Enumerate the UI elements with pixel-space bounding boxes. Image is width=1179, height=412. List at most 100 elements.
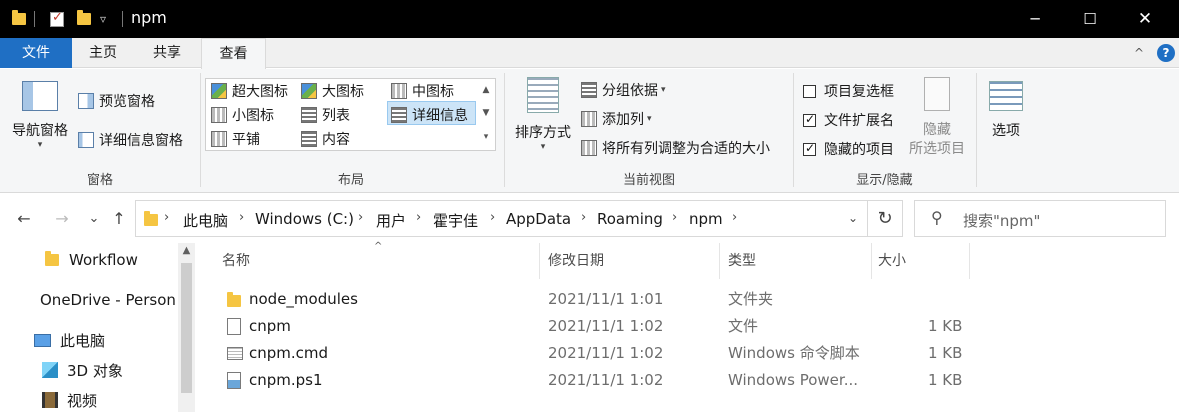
layout-medium-icons[interactable]: 中图标: [391, 81, 454, 101]
tab-share[interactable]: 共享: [134, 38, 200, 68]
layout-content[interactable]: 内容: [301, 129, 350, 149]
help-button[interactable]: ?: [1157, 44, 1175, 62]
breadcrumb-separator[interactable]: ›: [490, 210, 495, 225]
size-all-columns-button[interactable]: 将所有列调整为合适的大小: [581, 138, 770, 158]
sort-by-button[interactable]: 排序方式 ▾: [508, 77, 578, 152]
file-row[interactable]: node_modules 2021/11/1 1:01 文件夹: [210, 286, 970, 313]
column-header-name[interactable]: 名称: [210, 243, 540, 279]
content-icon: [301, 131, 317, 147]
options-button[interactable]: 选项: [982, 81, 1030, 140]
details-icon: [391, 107, 407, 123]
folder-icon: [227, 292, 241, 307]
layout-list[interactable]: 列表: [301, 105, 350, 125]
nav-item-label: Workflow: [69, 251, 138, 269]
scroll-up-arrow-icon[interactable]: ▲: [178, 245, 195, 256]
gallery-more-arrow[interactable]: ▾: [479, 126, 493, 149]
search-placeholder: 搜索"npm": [963, 212, 1041, 230]
file-row[interactable]: cnpm 2021/11/1 1:02 文件 1 KB: [210, 313, 970, 340]
file-list-header: 名称 修改日期 类型 大小: [210, 243, 970, 279]
breadcrumb-users[interactable]: 用户: [376, 210, 406, 231]
recent-locations-button[interactable]: ⌄: [84, 202, 104, 234]
search-icon: ⚲: [931, 208, 943, 227]
nav-item-workflow[interactable]: Workflow: [0, 246, 175, 274]
layout-small-icons[interactable]: 小图标: [211, 105, 274, 125]
options-label: 选项: [992, 123, 1020, 139]
up-button[interactable]: ↑: [107, 202, 131, 234]
breadcrumb-separator[interactable]: ›: [416, 210, 421, 225]
breadcrumb-separator[interactable]: ›: [239, 210, 244, 225]
address-bar[interactable]: › 此电脑 › Windows (C:) › 用户 › 霍宇佳 › AppDat…: [135, 200, 868, 237]
search-box[interactable]: ⚲ 搜索"npm": [914, 200, 1166, 237]
add-columns-button[interactable]: 添加列 ▾: [581, 109, 652, 129]
ribbon: 导航窗格 ▾ 预览窗格 详细信息窗格 窗格 布局 排序方式 ▾ 分组依据 ▾ 添加…: [0, 69, 1179, 193]
layout-extra-large-icons[interactable]: 超大图标: [211, 81, 288, 101]
nav-item-this-pc[interactable]: 此电脑: [0, 326, 175, 354]
quick-access-dropdown[interactable]: ▿: [100, 0, 106, 38]
breadcrumb-npm[interactable]: npm: [689, 210, 723, 228]
details-pane-button[interactable]: 详细信息窗格: [78, 130, 183, 150]
file-date: 2021/11/1 1:02: [548, 317, 664, 335]
breadcrumb-separator[interactable]: ›: [672, 210, 677, 225]
column-header-date[interactable]: 修改日期: [536, 243, 720, 279]
tab-file[interactable]: 文件: [0, 38, 72, 68]
file-extensions-checkbox[interactable]: [803, 112, 816, 127]
breadcrumb-windows-c[interactable]: Windows (C:): [255, 210, 354, 228]
preview-pane-button[interactable]: 预览窗格: [78, 91, 155, 111]
nav-item-videos[interactable]: 视频: [0, 386, 175, 412]
breadcrumb-separator[interactable]: ›: [581, 210, 586, 225]
breadcrumb-this-pc[interactable]: 此电脑: [183, 210, 228, 231]
gallery-down-arrow[interactable]: ▼: [479, 102, 493, 125]
new-folder-icon[interactable]: [77, 0, 91, 38]
file-extensions-label: 文件扩展名: [824, 113, 894, 129]
folder-icon[interactable]: [12, 0, 26, 38]
medium-icons-icon: [391, 83, 407, 99]
refresh-button[interactable]: ↻: [868, 200, 903, 237]
large-icons-label: 大图标: [322, 84, 364, 100]
column-header-type[interactable]: 类型: [716, 243, 872, 279]
item-checkboxes-checkbox[interactable]: [803, 84, 816, 98]
nav-item-3d-objects[interactable]: 3D 对象: [0, 356, 175, 384]
navigation-pane-button[interactable]: 导航窗格 ▾: [6, 81, 74, 150]
add-columns-icon: [581, 111, 597, 127]
breadcrumb-user[interactable]: 霍宇佳: [433, 210, 478, 231]
hidden-items-checkbox[interactable]: [803, 141, 816, 156]
address-dropdown-icon[interactable]: ⌄: [848, 211, 858, 225]
column-header-size[interactable]: 大小: [866, 243, 970, 279]
gallery-up-arrow[interactable]: ▲: [479, 79, 493, 102]
medium-icons-label: 中图标: [412, 84, 454, 100]
nav-pane-scrollbar[interactable]: ▲: [178, 243, 195, 412]
file-type: 文件夹: [728, 290, 774, 308]
breadcrumb-separator[interactable]: ›: [732, 210, 737, 225]
back-button[interactable]: ←: [12, 202, 36, 234]
file-type: Windows 命令脚本: [728, 344, 860, 362]
collapse-ribbon-button[interactable]: ^: [1130, 38, 1148, 68]
layout-large-icons[interactable]: 大图标: [301, 81, 364, 101]
layout-details[interactable]: 详细信息: [391, 105, 468, 125]
scrollbar-thumb[interactable]: [181, 263, 192, 393]
breadcrumb-appdata[interactable]: AppData: [506, 210, 571, 228]
computer-icon: [34, 333, 51, 347]
tab-home[interactable]: 主页: [72, 38, 134, 68]
layout-tiles[interactable]: 平铺: [211, 129, 260, 149]
properties-icon[interactable]: [50, 0, 64, 38]
maximize-button[interactable]: ☐: [1066, 0, 1114, 38]
close-button[interactable]: ✕: [1121, 0, 1169, 38]
file-extensions-toggle[interactable]: 文件扩展名: [803, 110, 894, 130]
breadcrumb-separator[interactable]: ›: [358, 210, 363, 225]
hide-selected-button[interactable]: 隐藏 所选项目: [904, 77, 970, 159]
sort-icon: [527, 77, 559, 113]
nav-item-onedrive[interactable]: OneDrive - Personal: [0, 286, 175, 314]
file-row[interactable]: cnpm.ps1 2021/11/1 1:02 Windows Power...…: [210, 367, 970, 394]
forward-button[interactable]: →: [50, 202, 74, 234]
small-icons-label: 小图标: [232, 108, 274, 124]
hidden-items-toggle[interactable]: 隐藏的项目: [803, 139, 894, 159]
file-row[interactable]: cnpm.cmd 2021/11/1 1:02 Windows 命令脚本 1 K…: [210, 340, 970, 367]
group-by-button[interactable]: 分组依据 ▾: [581, 80, 666, 100]
breadcrumb-roaming[interactable]: Roaming: [597, 210, 663, 228]
details-pane-icon: [78, 132, 94, 148]
breadcrumb-separator[interactable]: ›: [164, 210, 169, 225]
tab-view[interactable]: 查看: [201, 38, 266, 69]
hide-selected-label-1: 隐藏: [923, 122, 951, 138]
item-checkboxes-toggle[interactable]: 项目复选框: [803, 81, 894, 101]
minimize-button[interactable]: ─: [1011, 0, 1059, 38]
